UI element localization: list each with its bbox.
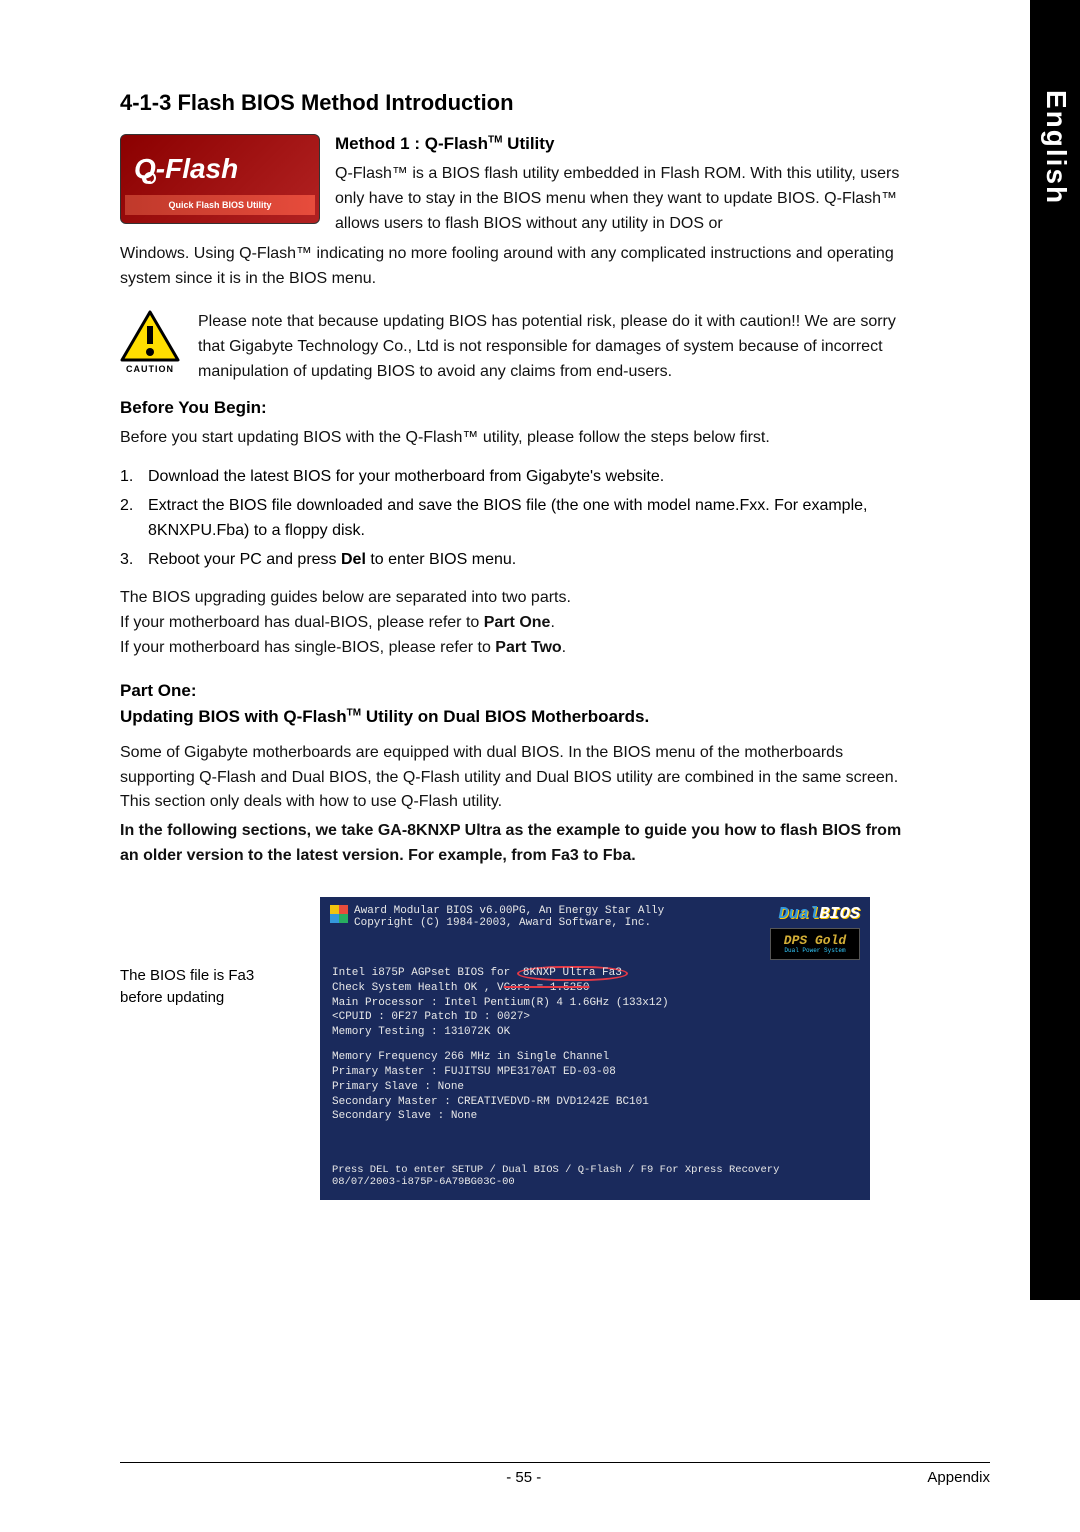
windows-icon xyxy=(330,905,348,923)
dps-gold-logo: DPS Gold Dual Power System xyxy=(770,928,860,960)
caution-text: Please note that because updating BIOS h… xyxy=(198,310,920,384)
qflash-logo: Q-Flash Quick Flash BIOS Utility xyxy=(120,134,320,224)
post3: If your motherboard has single-BIOS, ple… xyxy=(120,636,920,661)
post1: The BIOS upgrading guides below are sepa… xyxy=(120,586,920,611)
bios-hdr1: Award Modular BIOS v6.00PG, An Energy St… xyxy=(354,905,664,917)
before-intro: Before you start updating BIOS with the … xyxy=(120,426,920,451)
method1-cont: Windows. Using Q-Flash™ indicating no mo… xyxy=(120,242,920,292)
post2: If your motherboard has dual-BIOS, pleas… xyxy=(120,611,920,636)
partone-para: Some of Gigabyte motherboards are equipp… xyxy=(120,741,920,815)
partone-bold: In the following sections, we take GA-8K… xyxy=(120,819,920,869)
page-number: - 55 - xyxy=(506,1469,541,1486)
page-footer: - 55 - Appendix xyxy=(120,1462,990,1486)
bios-block2: Memory Frequency 266 MHz in Single Chann… xyxy=(332,1050,858,1124)
section-title: 4-1-3 Flash BIOS Method Introduction xyxy=(120,90,920,116)
bios-hdr2: Copyright (C) 1984-2003, Award Software,… xyxy=(354,917,664,929)
partone-label: Part One: xyxy=(120,681,920,701)
step-2: 2.Extract the BIOS file downloaded and s… xyxy=(120,494,920,544)
bios-block1: Intel i875P AGPset BIOS for 8KNXP Ultra … xyxy=(332,966,858,1040)
step-1: 1.Download the latest BIOS for your moth… xyxy=(120,465,920,490)
caution-label: CAUTION xyxy=(126,364,174,374)
svg-text:Q-Flash: Q-Flash xyxy=(134,153,238,184)
dual-bios-logo: DualBIOS xyxy=(778,905,860,924)
before-title: Before You Begin: xyxy=(120,398,920,418)
bios-note: The BIOS file is Fa3 before updating xyxy=(120,897,300,1201)
steps-list: 1.Download the latest BIOS for your moth… xyxy=(120,465,920,572)
step-3: 3.Reboot your PC and press Del to enter … xyxy=(120,548,920,573)
language-sidebar: English xyxy=(1030,0,1080,1300)
bios-screen: Award Modular BIOS v6.00PG, An Energy St… xyxy=(320,897,870,1201)
method1-para: Q-Flash™ is a BIOS flash utility embedde… xyxy=(335,162,920,236)
qflash-bar-text: Quick Flash BIOS Utility xyxy=(125,195,315,215)
method1-title: Method 1 : Q-FlashTM Utility xyxy=(335,134,920,154)
language-label: English xyxy=(1040,0,1072,205)
partone-title: Updating BIOS with Q-FlashTM Utility on … xyxy=(120,707,920,727)
bios-footer: Press DEL to enter SETUP / Dual BIOS / Q… xyxy=(320,1164,870,1188)
caution-icon: CAUTION xyxy=(120,310,180,384)
footer-label: Appendix xyxy=(927,1469,990,1486)
